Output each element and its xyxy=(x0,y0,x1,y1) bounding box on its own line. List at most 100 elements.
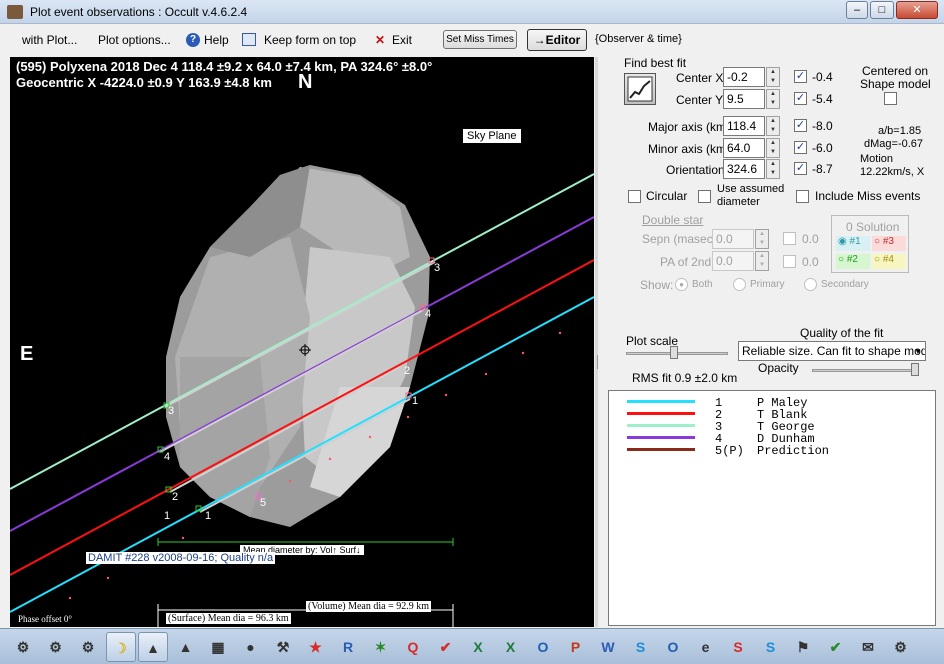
orientation-spinner[interactable]: ▲ ▼ xyxy=(766,159,780,179)
excel-icon[interactable]: X xyxy=(463,632,493,662)
quality-label: Quality of the fit xyxy=(800,326,884,340)
pa-2nd-uncertainty: 0.0 xyxy=(802,255,819,269)
legend-row: 3T George xyxy=(609,420,929,434)
opacity-thumb[interactable] xyxy=(911,363,919,376)
excel-icon[interactable]: X xyxy=(496,632,526,662)
shape-model-checkbox[interactable] xyxy=(884,92,897,105)
editor-button[interactable]: →Editor xyxy=(527,29,587,51)
sky-plane-label: Sky Plane xyxy=(463,129,521,143)
star-icon[interactable]: ★ xyxy=(301,632,331,662)
show-primary-radio[interactable] xyxy=(733,278,746,291)
r-icon[interactable]: R xyxy=(333,632,363,662)
center-y-uncertainty: -5.4 xyxy=(812,92,833,106)
network-icon[interactable]: ⚙ xyxy=(41,632,71,662)
security-icon[interactable]: ✔ xyxy=(821,632,851,662)
plot-area[interactable]: (595) Polyxena 2018 Dec 4 118.4 ±9.2 x 6… xyxy=(10,57,594,627)
center-x-label: Center X xyxy=(676,71,724,85)
show-primary-label: Primary xyxy=(750,279,785,290)
word-icon[interactable]: W xyxy=(593,632,623,662)
skype-icon[interactable]: S xyxy=(723,632,753,662)
minor-axis-checkbox[interactable]: ✓ xyxy=(794,141,807,154)
center-x-spinner[interactable]: ▲ ▼ xyxy=(766,67,780,87)
pa-2nd-checkbox[interactable] xyxy=(783,255,796,268)
plot-scale-thumb[interactable] xyxy=(670,346,678,359)
solution-3-radio[interactable]: ○ #3 xyxy=(872,236,906,251)
set-miss-times-button[interactable]: Set Miss Times xyxy=(443,30,517,49)
windows-icon[interactable]: ▦ xyxy=(203,632,233,662)
include-miss-checkbox[interactable] xyxy=(796,190,809,203)
occult-icon[interactable]: ▲ xyxy=(138,632,168,662)
solution-2-radio[interactable]: ○ #2 xyxy=(836,254,870,269)
mail-icon[interactable]: ✉ xyxy=(853,632,883,662)
chord-label-5: 5 xyxy=(260,497,267,509)
menu-bar: with Plot... Plot options... ? Help Keep… xyxy=(0,27,944,55)
occult-icon[interactable]: ▲ xyxy=(171,632,201,662)
circular-checkbox[interactable] xyxy=(628,190,641,203)
network-icon[interactable]: ⚙ xyxy=(8,632,38,662)
close-button[interactable]: ✕ xyxy=(896,1,938,19)
menu-keep-on-top[interactable]: Keep form on top xyxy=(264,33,356,47)
outlook-icon[interactable]: O xyxy=(528,632,558,662)
flag-icon[interactable]: ⚑ xyxy=(788,632,818,662)
sepn-checkbox[interactable] xyxy=(783,232,796,245)
moon-icon[interactable]: ☽ xyxy=(105,632,136,662)
network-icon[interactable]: ⚙ xyxy=(73,632,103,662)
orientation-checkbox[interactable]: ✓ xyxy=(794,162,807,175)
menu-with-plot[interactable]: with Plot... xyxy=(22,33,77,47)
opacity-label: Opacity xyxy=(758,361,799,375)
major-axis-input[interactable]: 118.4 xyxy=(723,116,765,136)
use-assumed-checkbox[interactable] xyxy=(698,190,711,203)
orientation-input[interactable]: 324.6 xyxy=(723,159,765,179)
powerpoint-icon[interactable]: P xyxy=(561,632,591,662)
gear-icon[interactable]: ⚙ xyxy=(886,632,916,662)
s-icon[interactable]: S xyxy=(756,632,786,662)
major-axis-spinner[interactable]: ▲ ▼ xyxy=(766,116,780,136)
center-y-checkbox[interactable]: ✓ xyxy=(794,92,807,105)
major-axis-checkbox[interactable]: ✓ xyxy=(794,119,807,132)
center-x-checkbox[interactable]: ✓ xyxy=(794,70,807,83)
legend-line xyxy=(627,448,695,451)
menu-plot-options[interactable]: Plot options... xyxy=(98,33,171,47)
legend-line xyxy=(627,436,695,439)
center-y-spinner[interactable]: ▲ ▼ xyxy=(766,89,780,109)
show-both-radio[interactable]: ● xyxy=(675,278,688,291)
phase-offset: Phase offset 0° xyxy=(18,614,72,624)
center-x-uncertainty: -0.4 xyxy=(812,70,833,84)
center-y-label: Center Y xyxy=(676,93,724,107)
find-best-fit-button[interactable] xyxy=(624,73,656,105)
help-icon: ? xyxy=(186,33,200,47)
tool-icon[interactable]: ⚒ xyxy=(268,632,298,662)
major-axis-label: Major axis (km) xyxy=(648,120,731,134)
center-x-input[interactable]: -0.2 xyxy=(723,67,765,87)
opacity-slider[interactable] xyxy=(812,369,918,372)
menu-help[interactable]: Help xyxy=(204,33,229,47)
pa-2nd-input[interactable]: 0.0 xyxy=(712,251,754,271)
legend-line xyxy=(627,412,695,415)
observer-time-label: {Observer & time} xyxy=(595,33,682,45)
maximize-button[interactable]: □ xyxy=(870,1,894,19)
center-y-input[interactable]: 9.5 xyxy=(723,89,765,109)
s-icon[interactable]: S xyxy=(626,632,656,662)
sepn-uncertainty: 0.0 xyxy=(802,232,819,246)
minimize-button[interactable]: – xyxy=(846,1,868,19)
map-icon[interactable]: ✶ xyxy=(366,632,396,662)
solution-4-radio[interactable]: ○ #4 xyxy=(872,254,906,269)
q-icon[interactable]: Q xyxy=(398,632,428,662)
minor-axis-input[interactable]: 64.0 xyxy=(723,138,765,158)
menu-exit[interactable]: Exit xyxy=(392,33,412,47)
legend-line xyxy=(627,424,695,427)
check-icon[interactable]: ✔ xyxy=(431,632,461,662)
outlook-icon[interactable]: O xyxy=(658,632,688,662)
legend-number: 5(P) xyxy=(715,444,744,458)
show-secondary-radio[interactable] xyxy=(804,278,817,291)
pa-2nd-spinner[interactable]: ▲ ▼ xyxy=(755,251,769,271)
solution-1-radio[interactable]: ◉ #1 xyxy=(836,236,870,251)
minor-axis-label: Minor axis (km) xyxy=(648,142,731,156)
explorer-icon[interactable]: e xyxy=(691,632,721,662)
globe-icon[interactable]: ● xyxy=(236,632,266,662)
sepn-spinner[interactable]: ▲ ▼ xyxy=(755,229,769,249)
legend-name: Prediction xyxy=(757,444,830,458)
sepn-input[interactable]: 0.0 xyxy=(712,229,754,249)
minor-axis-spinner[interactable]: ▲ ▼ xyxy=(766,138,780,158)
quality-dropdown[interactable]: Reliable size. Can fit to shape mode xyxy=(738,341,926,361)
